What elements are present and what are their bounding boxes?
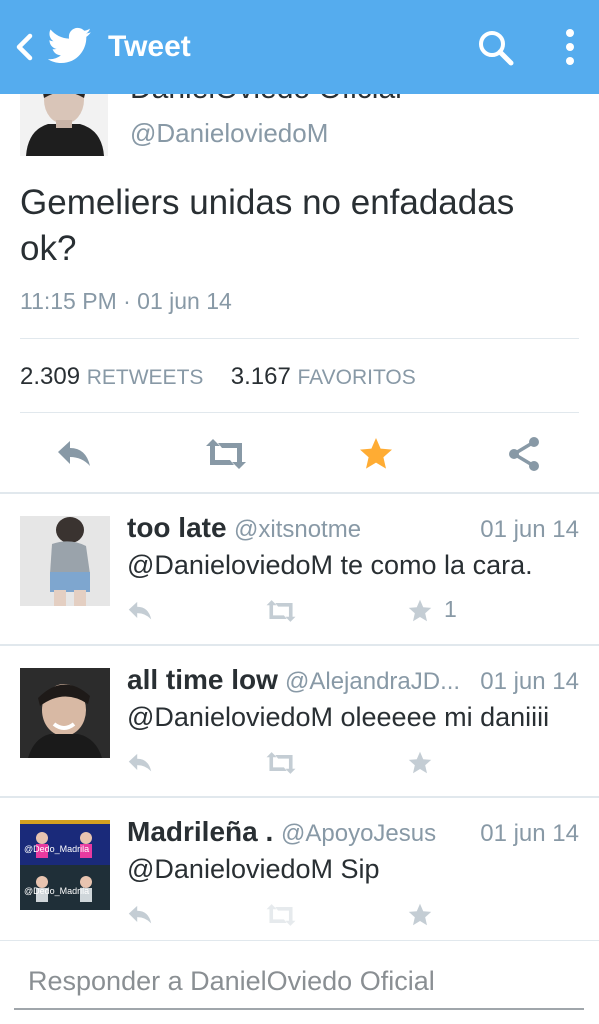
reply-icon[interactable] xyxy=(54,436,94,472)
tweet-author[interactable]: DanielOviedo Oficial @DanieloviedoM xyxy=(0,94,599,164)
avatar-watermark: @Dedo_Madrila xyxy=(24,844,89,854)
favorite-star-icon[interactable] xyxy=(406,598,434,624)
favorite-count[interactable]: 3.167 FAVORITOS xyxy=(231,363,416,390)
retweet-icon[interactable] xyxy=(265,598,297,624)
more-vertical-icon[interactable] xyxy=(556,26,584,68)
reply-date: 01 jun 14 xyxy=(480,668,579,695)
retweet-count-label: RETWEETS xyxy=(86,366,204,389)
page-title: Tweet xyxy=(108,30,191,63)
app-bar: Tweet xyxy=(0,0,599,94)
avatar-watermark: @Dedo_Madrila xyxy=(24,886,89,896)
reply-input-placeholder: Responder a DanielOviedo Oficial xyxy=(28,966,435,996)
reply-text: @DanieloviedoM Sip xyxy=(127,854,380,884)
retweet-icon[interactable] xyxy=(204,436,248,472)
divider xyxy=(0,940,599,941)
reply-icon[interactable] xyxy=(126,598,154,624)
reply-favorite-count: 1 xyxy=(444,596,457,622)
avatar[interactable]: @Dedo_Madrila @Dedo_Madrila xyxy=(20,820,110,910)
retweet-icon[interactable] xyxy=(265,750,297,776)
divider xyxy=(20,338,579,339)
reply-icon[interactable] xyxy=(126,902,154,928)
favorite-star-icon[interactable] xyxy=(406,902,434,928)
reply-author-handle[interactable]: @xitsnotme xyxy=(234,516,361,544)
search-icon[interactable] xyxy=(476,28,516,68)
reply-input[interactable]: Responder a DanielOviedo Oficial xyxy=(14,962,584,1010)
favorite-star-icon[interactable] xyxy=(356,436,396,472)
reply-author-name[interactable]: Madrileña . xyxy=(127,816,273,848)
avatar[interactable] xyxy=(20,94,108,156)
engagement-counts: 2.309 RETWEETS 3.167 FAVORITOS xyxy=(20,363,416,391)
tweet-timestamp: 11:15 PM · 01 jun 14 xyxy=(20,288,232,314)
reply-tweet[interactable]: too late @xitsnotme 01 jun 14 @Danielovi… xyxy=(0,494,599,644)
reply-date: 01 jun 14 xyxy=(480,820,579,847)
author-handle[interactable]: @DanieloviedoM xyxy=(130,118,328,149)
retweet-icon[interactable] xyxy=(265,902,297,928)
divider xyxy=(20,412,579,413)
reply-author-handle[interactable]: @AlejandraJD... xyxy=(285,668,460,696)
avatar[interactable] xyxy=(20,668,110,758)
avatar[interactable] xyxy=(20,516,110,606)
tweet-action-bar xyxy=(0,430,599,480)
reply-tweet[interactable]: @Dedo_Madrila @Dedo_Madrila Madrileña . … xyxy=(0,798,599,948)
favorite-count-value: 3.167 xyxy=(230,363,291,390)
favorite-star-icon[interactable] xyxy=(406,750,434,776)
reply-author-handle[interactable]: @ApoyoJesus xyxy=(281,820,436,848)
twitter-bird-icon xyxy=(48,27,92,64)
share-icon[interactable] xyxy=(504,436,544,472)
back-chevron-icon[interactable] xyxy=(10,30,40,64)
retweet-count[interactable]: 2.309 RETWEETS xyxy=(20,363,203,390)
tweet-text: Gemeliers unidas no enfadadas ok? xyxy=(20,183,515,268)
author-name[interactable]: DanielOviedo Oficial xyxy=(130,94,402,106)
reply-author-name[interactable]: all time low xyxy=(127,664,278,696)
retweet-count-value: 2.309 xyxy=(20,363,81,390)
reply-author-name[interactable]: too late xyxy=(127,512,227,544)
reply-text: @DanieloviedoM te como la cara. xyxy=(127,550,533,580)
reply-text: @DanieloviedoM oleeeee mi daniiii xyxy=(127,702,550,732)
reply-icon[interactable] xyxy=(126,750,154,776)
reply-tweet[interactable]: all time low @AlejandraJD... 01 jun 14 @… xyxy=(0,646,599,796)
reply-date: 01 jun 14 xyxy=(480,516,579,543)
favorite-count-label: FAVORITOS xyxy=(297,366,416,389)
